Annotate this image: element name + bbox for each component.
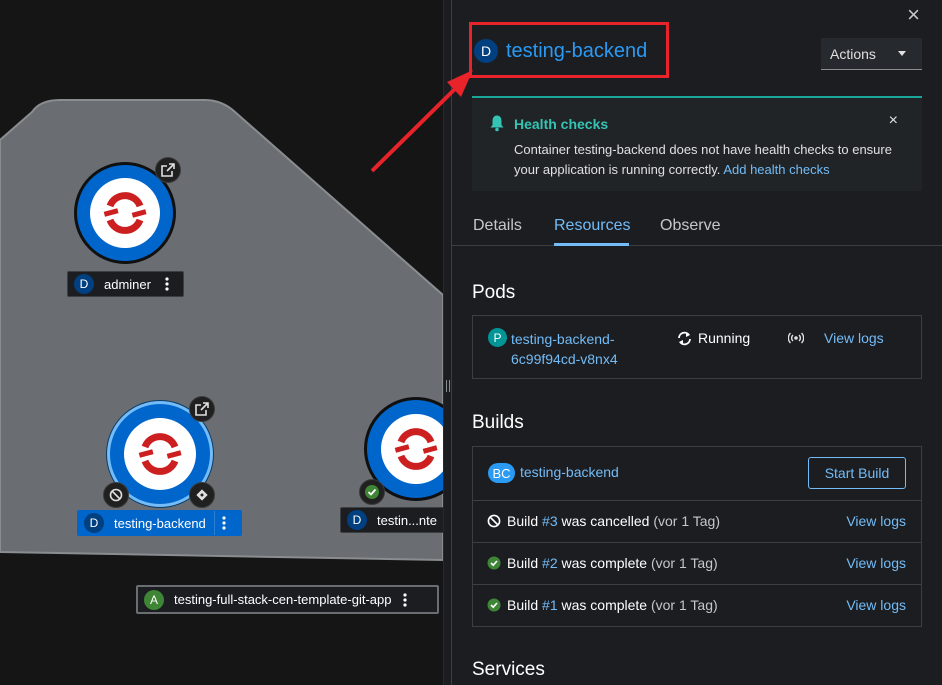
- pods-list: P testing-backend- 6c99f94cd-v8nx4 Runni…: [472, 315, 922, 379]
- check-circle-icon: [487, 598, 501, 612]
- pod-name-line2: 6c99f94cd-v8nx4: [511, 351, 618, 367]
- tab-details[interactable]: Details: [473, 217, 522, 235]
- build-view-logs-link[interactable]: View logs: [846, 513, 906, 529]
- openshift-logo-icon: [138, 433, 182, 475]
- node-name: adminer: [104, 276, 151, 292]
- build-row: Build #1 was complete (vor 1 Tag) View l…: [473, 584, 921, 626]
- pod-view-logs-link[interactable]: View logs: [824, 330, 884, 346]
- alert-text: Container testing-backend does not have …: [514, 142, 892, 177]
- alert-body: Container testing-backend does not have …: [514, 140, 914, 180]
- build-time: (vor 1 Tag): [650, 597, 718, 613]
- application-badge: A: [144, 589, 164, 610]
- deployment-badge: D: [84, 513, 104, 533]
- build-number-link[interactable]: #1: [542, 597, 558, 613]
- deployment-badge: D: [74, 274, 94, 294]
- build-config-badge: BC: [488, 463, 515, 483]
- build-config-row: BC testing-backend Start Build: [473, 447, 921, 500]
- build-cancelled-icon[interactable]: [103, 482, 129, 508]
- build-view-logs-link[interactable]: View logs: [846, 597, 906, 613]
- start-build-button[interactable]: Start Build: [808, 457, 906, 489]
- builds-heading: Builds: [472, 412, 524, 433]
- panel-resize-handle[interactable]: [443, 0, 452, 685]
- node-label-adminer[interactable]: D adminer: [67, 271, 184, 297]
- pod-name-link[interactable]: testing-backend- 6c99f94cd-v8nx4: [511, 329, 618, 369]
- pod-status: Running: [698, 330, 751, 346]
- openshift-logo-icon: [394, 428, 438, 470]
- build-prefix: Build: [507, 513, 539, 529]
- tab-resources[interactable]: Resources: [554, 217, 630, 235]
- close-panel-button[interactable]: ×: [907, 4, 920, 26]
- build-prefix: Build: [507, 555, 539, 571]
- build-config-link[interactable]: testing-backend: [520, 464, 619, 480]
- node-name: testing-backend: [114, 515, 206, 531]
- topology-canvas[interactable]: D adminer D testing-backend D testin...n…: [0, 0, 443, 685]
- alert-title: Health checks: [514, 116, 609, 132]
- open-url-icon[interactable]: [155, 157, 181, 183]
- application-group-shape[interactable]: [0, 0, 443, 685]
- node-label-testing-frontend[interactable]: D testin...nte: [340, 507, 443, 533]
- actions-dropdown[interactable]: Actions: [821, 38, 922, 70]
- resize-grip-icon: [446, 380, 450, 392]
- bell-icon: [490, 115, 504, 132]
- build-status: was complete: [561, 555, 648, 571]
- node-label-testing-backend[interactable]: D testing-backend: [77, 510, 242, 536]
- build-status: was cancelled: [561, 513, 650, 529]
- pod-badge: P: [488, 328, 507, 347]
- build-prefix: Build: [507, 597, 539, 613]
- kebab-menu-icon[interactable]: [213, 511, 234, 535]
- broadcast-icon: [788, 332, 804, 344]
- health-checks-alert: Health checks × Container testing-backen…: [472, 96, 922, 191]
- open-url-icon[interactable]: [189, 396, 215, 422]
- git-source-icon[interactable]: [189, 482, 215, 508]
- kebab-menu-icon[interactable]: [157, 272, 177, 296]
- build-view-logs-link[interactable]: View logs: [846, 555, 906, 571]
- build-row: Build #3 was cancelled (vor 1 Tag) View …: [473, 500, 921, 542]
- build-number-link[interactable]: #2: [542, 555, 558, 571]
- actions-label: Actions: [830, 45, 876, 62]
- deployment-badge: D: [347, 510, 367, 530]
- services-heading: Services: [472, 659, 545, 680]
- build-status-text: Build #1 was complete (vor 1 Tag): [487, 597, 718, 613]
- build-number-link[interactable]: #3: [542, 513, 558, 529]
- active-tab-indicator: [554, 243, 629, 246]
- build-time: (vor 1 Tag): [650, 555, 718, 571]
- pod-row: P testing-backend- 6c99f94cd-v8nx4 Runni…: [488, 328, 918, 372]
- check-circle-icon: [487, 556, 501, 570]
- build-row: Build #2 was complete (vor 1 Tag) View l…: [473, 542, 921, 584]
- build-time: (vor 1 Tag): [653, 513, 720, 529]
- sync-icon: [678, 331, 691, 346]
- application-name: testing-full-stack-cen-template-git-app: [174, 592, 392, 607]
- builds-list: BC testing-backend Start Build Build #3 …: [472, 446, 922, 627]
- openshift-logo-icon: [103, 192, 147, 234]
- pod-name-line1: testing-backend-: [511, 331, 615, 347]
- application-group-label[interactable]: A testing-full-stack-cen-template-git-ap…: [136, 585, 439, 614]
- alert-close-button[interactable]: ×: [889, 112, 898, 130]
- build-complete-icon[interactable]: [359, 479, 385, 505]
- caret-down-icon: [898, 51, 906, 56]
- node-name: testin...nte: [377, 512, 437, 528]
- highlight-box: [469, 22, 669, 78]
- add-health-checks-link[interactable]: Add health checks: [723, 162, 829, 177]
- tab-observe[interactable]: Observe: [660, 217, 720, 235]
- kebab-menu-icon[interactable]: [395, 588, 415, 612]
- ban-icon: [487, 514, 501, 528]
- build-status: was complete: [561, 597, 648, 613]
- build-status-text: Build #2 was complete (vor 1 Tag): [487, 555, 718, 571]
- build-status-text: Build #3 was cancelled (vor 1 Tag): [487, 513, 720, 529]
- pods-heading: Pods: [472, 282, 516, 303]
